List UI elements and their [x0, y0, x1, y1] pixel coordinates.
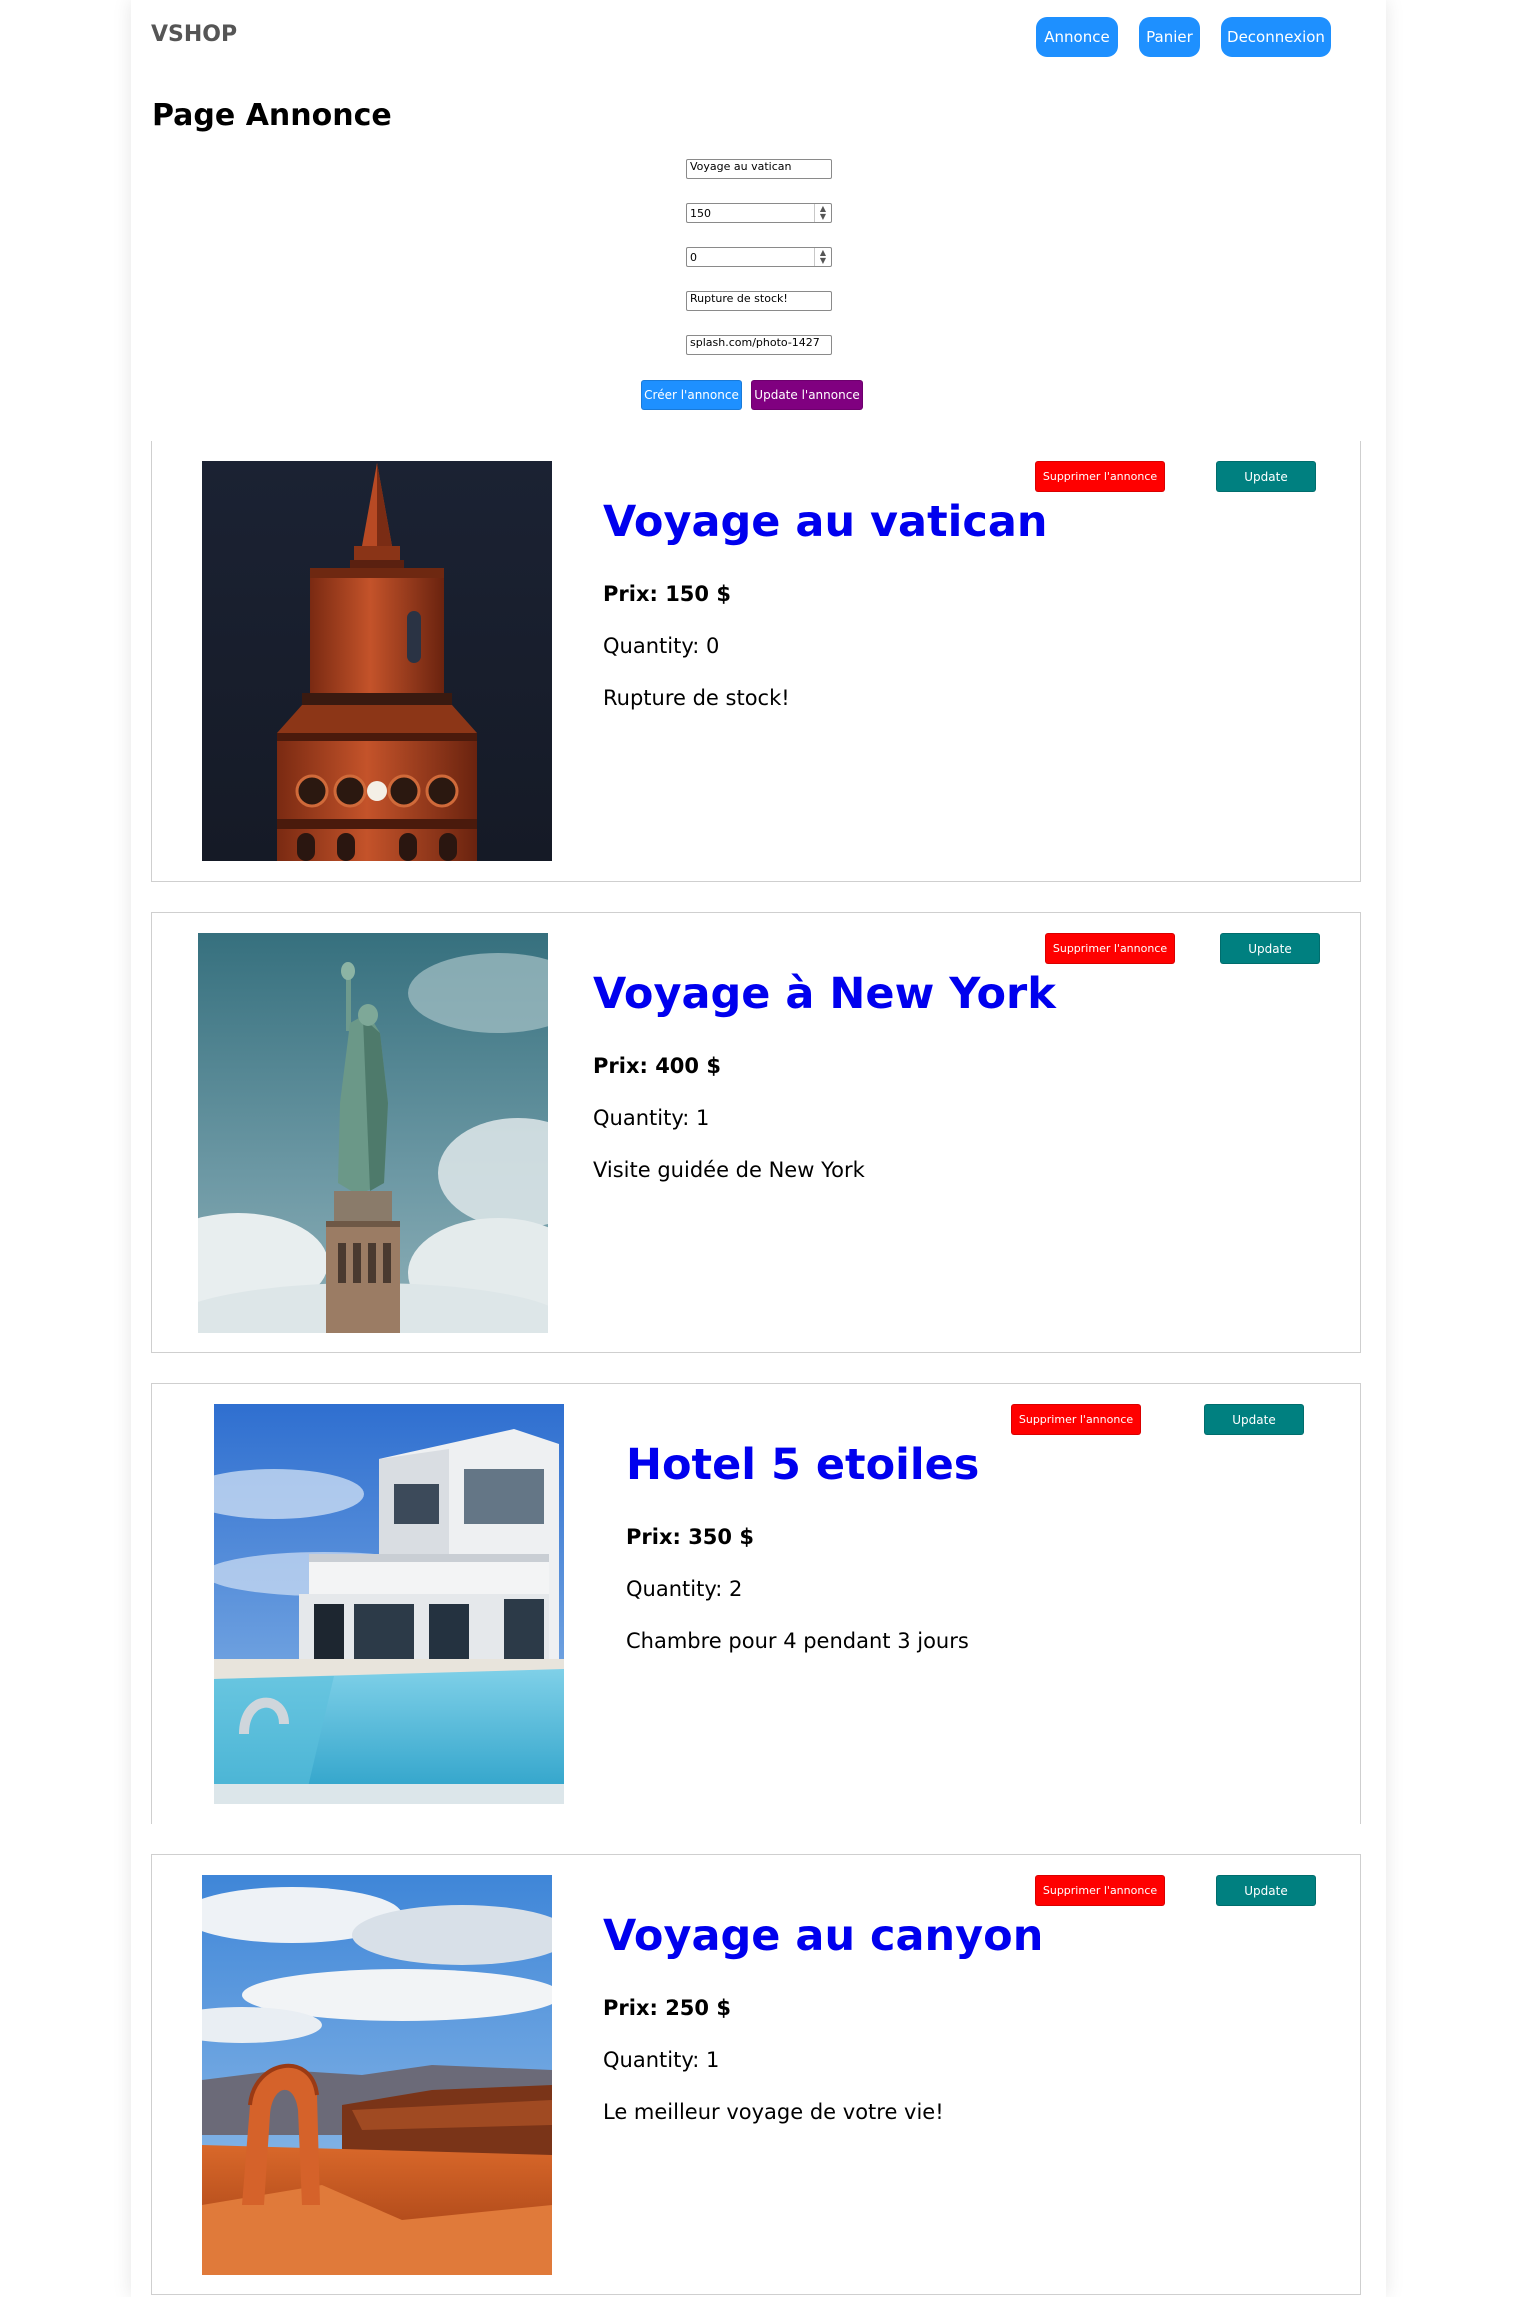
annonce-card: Voyage au canyon Prix: 250 $ Quantity: 1… [151, 1854, 1361, 2295]
nav-panier-button[interactable]: Panier [1139, 17, 1200, 57]
annonce-price: Prix: 350 $ [626, 1525, 754, 1549]
price-input-value: 150 [690, 206, 711, 220]
annonce-quantity: Quantity: 1 [603, 2048, 720, 2072]
create-annonce-button[interactable]: Créer l'annonce [641, 380, 742, 410]
spinner-icon[interactable]: ▲ ▼ [814, 204, 831, 222]
quantity-input[interactable]: 0 ▲ ▼ [686, 247, 832, 267]
annonce-quantity: Quantity: 1 [593, 1106, 710, 1130]
annonce-image [198, 933, 548, 1333]
update-annonce-button[interactable]: Update [1216, 461, 1316, 492]
annonce-title: Voyage au canyon [603, 1911, 1044, 1961]
delete-annonce-button[interactable]: Supprimer l'annonce [1045, 933, 1175, 964]
delete-annonce-button[interactable]: Supprimer l'annonce [1035, 1875, 1165, 1906]
annonce-card: Hotel 5 etoiles Prix: 350 $ Quantity: 2 … [151, 1383, 1361, 1824]
update-annonce-button[interactable]: Update [1216, 1875, 1316, 1906]
annonce-title: Voyage au vatican [603, 497, 1048, 547]
annonce-quantity: Quantity: 0 [603, 634, 720, 658]
annonce-description: Rupture de stock! [603, 686, 790, 710]
annonce-description: Visite guidée de New York [593, 1158, 865, 1182]
annonce-title: Voyage à New York [593, 969, 1056, 1019]
price-input[interactable]: 150 ▲ ▼ [686, 203, 832, 223]
brand-logo[interactable]: VSHOP [151, 22, 237, 47]
delete-annonce-button[interactable]: Supprimer l'annonce [1011, 1404, 1141, 1435]
title-input[interactable]: Voyage au vatican [686, 159, 832, 179]
page-container: VSHOP Annonce Panier Deconnexion Page An… [131, 0, 1386, 2297]
delete-annonce-button[interactable]: Supprimer l'annonce [1035, 461, 1165, 492]
annonce-card: Voyage au vatican Prix: 150 $ Quantity: … [151, 441, 1361, 882]
annonce-description: Le meilleur voyage de votre vie! [603, 2100, 944, 2124]
annonce-image [202, 461, 552, 861]
page-title: Page Annonce [152, 98, 392, 133]
image-url-input[interactable]: splash.com/photo-1427 [686, 335, 832, 355]
annonce-quantity: Quantity: 2 [626, 1577, 743, 1601]
annonce-description: Chambre pour 4 pendant 3 jours [626, 1629, 969, 1653]
nav-annonce-button[interactable]: Annonce [1036, 17, 1118, 57]
spinner-icon[interactable]: ▲ ▼ [814, 248, 831, 266]
update-annonce-button[interactable]: Update [1220, 933, 1320, 964]
annonce-price: Prix: 400 $ [593, 1054, 721, 1078]
nav-deconnexion-button[interactable]: Deconnexion [1221, 17, 1331, 57]
annonce-price: Prix: 250 $ [603, 1996, 731, 2020]
annonce-title: Hotel 5 etoiles [626, 1440, 980, 1490]
annonce-price: Prix: 150 $ [603, 582, 731, 606]
annonce-image [214, 1404, 564, 1804]
annonce-card: Voyage à New York Prix: 400 $ Quantity: … [151, 912, 1361, 1353]
quantity-input-value: 0 [690, 250, 697, 264]
update-annonce-form-button[interactable]: Update l'annonce [751, 380, 863, 410]
update-annonce-button[interactable]: Update [1204, 1404, 1304, 1435]
annonce-image [202, 1875, 552, 2275]
description-input[interactable]: Rupture de stock! [686, 291, 832, 311]
